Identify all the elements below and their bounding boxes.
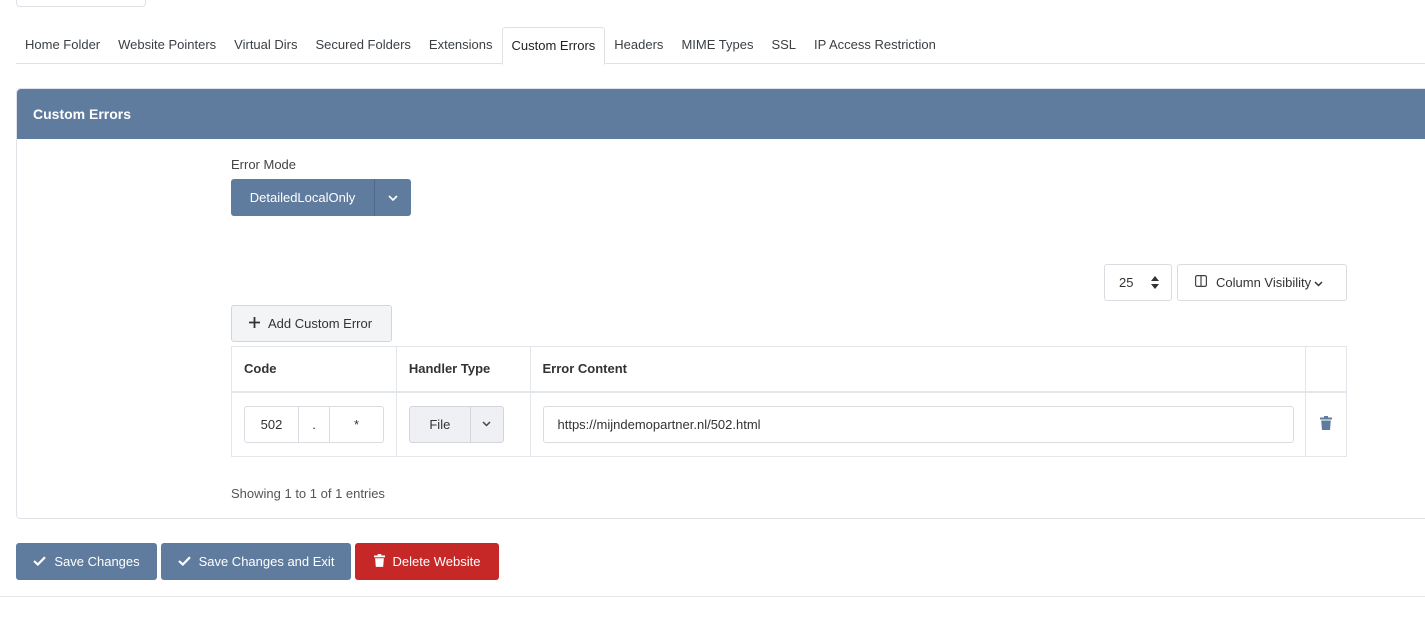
error-mode-label: Error Mode — [231, 157, 297, 172]
column-header-handler-type[interactable]: Handler Type — [395, 346, 531, 393]
save-changes-and-exit-button[interactable]: Save Changes and Exit — [161, 543, 351, 580]
delete-website-button[interactable]: Delete Website — [355, 543, 499, 580]
column-header-error-content[interactable]: Error Content — [529, 346, 1307, 393]
add-custom-error-label: Add Custom Error — [268, 316, 373, 331]
trash-icon — [373, 553, 385, 570]
delete-cell — [1305, 391, 1347, 457]
trash-icon[interactable] — [1320, 415, 1333, 433]
content-cell — [529, 391, 1307, 457]
handler-type-dropdown[interactable]: File — [408, 405, 504, 443]
page-length-select[interactable]: 25 — [1104, 264, 1172, 301]
check-icon — [177, 554, 191, 569]
tab-ip-access-restriction[interactable]: IP Access Restriction — [805, 27, 945, 64]
code-separator: . — [299, 406, 330, 442]
tab-mime-types[interactable]: MIME Types — [672, 27, 762, 64]
save-changes-button[interactable]: Save Changes — [16, 543, 157, 580]
column-visibility-label: Column Visibility — [1216, 275, 1312, 290]
tab-website-pointers[interactable]: Website Pointers — [109, 27, 225, 64]
custom-errors-table: Code Handler Type Error Content 502 . * … — [231, 346, 1347, 457]
tab-secured-folders[interactable]: Secured Folders — [307, 27, 420, 64]
tab-headers[interactable]: Headers — [605, 27, 672, 64]
code-input-group: 502 . * — [244, 405, 384, 443]
add-custom-error-button[interactable]: Add Custom Error — [231, 305, 392, 342]
column-visibility-button[interactable]: Column Visibility — [1177, 264, 1347, 301]
error-content-input[interactable] — [542, 405, 1294, 443]
action-bar: Save Changes Save Changes and Exit Delet… — [16, 543, 499, 580]
tab-extensions[interactable]: Extensions — [420, 27, 502, 64]
save-changes-and-exit-label: Save Changes and Exit — [198, 554, 335, 569]
top-box — [16, 0, 146, 7]
handler-cell: File — [395, 391, 531, 457]
tab-virtual-dirs[interactable]: Virtual Dirs — [225, 27, 306, 64]
check-icon — [33, 554, 47, 569]
plus-icon — [249, 316, 260, 331]
column-header-actions — [1305, 346, 1347, 393]
subcode-input[interactable]: * — [330, 407, 383, 442]
code-cell: 502 . * — [231, 391, 397, 457]
tab-bar: Home Folder Website Pointers Virtual Dir… — [16, 27, 1425, 65]
table-row: 502 . * File — [231, 391, 1347, 457]
save-changes-label: Save Changes — [54, 554, 140, 569]
table-info: Showing 1 to 1 of 1 entries — [231, 486, 385, 501]
error-mode-value[interactable]: DetailedLocalOnly — [231, 179, 374, 216]
code-input[interactable]: 502 — [245, 406, 299, 442]
tab-ssl[interactable]: SSL — [762, 27, 805, 64]
handler-type-value[interactable]: File — [410, 407, 470, 442]
chevron-down-icon — [1314, 275, 1323, 290]
chevron-down-icon[interactable] — [469, 406, 503, 442]
chevron-down-icon[interactable] — [374, 179, 411, 216]
columns-icon — [1195, 275, 1208, 290]
tab-home-folder[interactable]: Home Folder — [16, 27, 109, 64]
tab-custom-errors[interactable]: Custom Errors — [501, 27, 606, 65]
error-mode-dropdown[interactable]: DetailedLocalOnly — [231, 179, 411, 216]
column-header-code[interactable]: Code — [231, 346, 397, 393]
custom-errors-panel: Custom Errors Error Mode DetailedLocalOn… — [16, 88, 1425, 519]
delete-website-label: Delete Website — [392, 554, 481, 569]
footer-divider — [0, 596, 1425, 597]
panel-title: Custom Errors — [17, 89, 1425, 139]
sort-arrows-icon — [1151, 276, 1159, 292]
page-length-value: 25 — [1119, 275, 1134, 290]
